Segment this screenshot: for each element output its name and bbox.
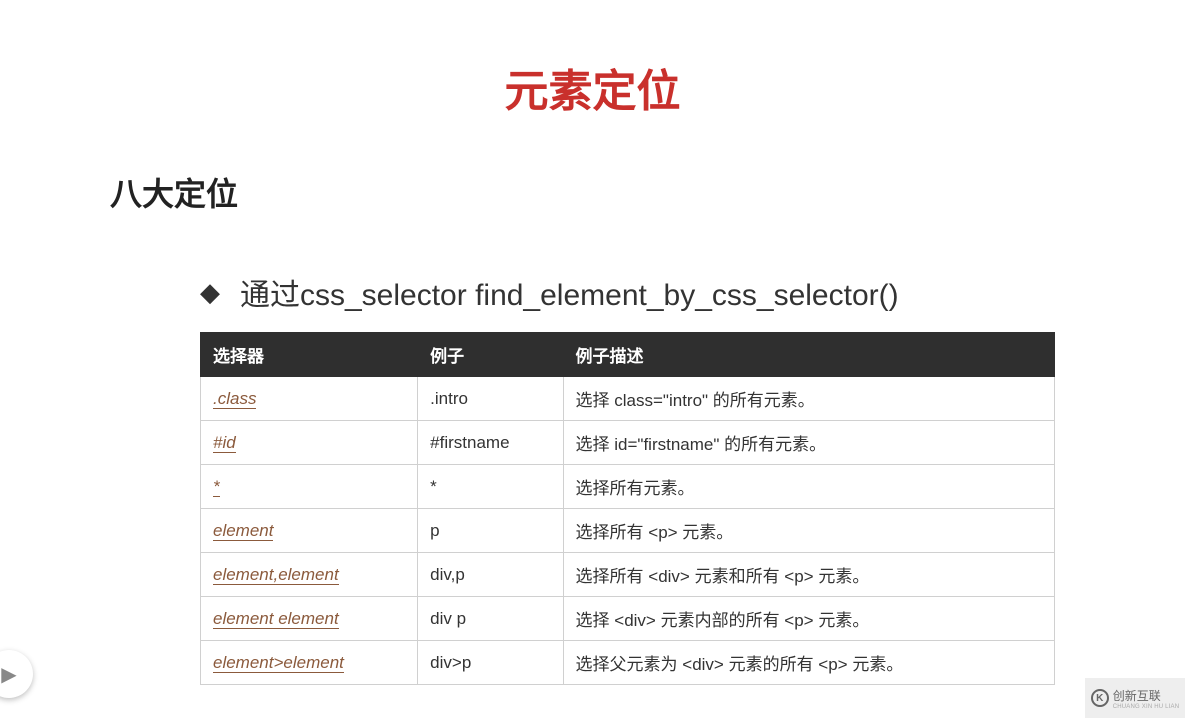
- bullet-line: ◆ 通过css_selector find_element_by_css_sel…: [200, 270, 1185, 314]
- desc-cell: 选择 class="intro" 的所有元素。: [563, 377, 1054, 421]
- col-selector: 选择器: [201, 333, 418, 377]
- watermark: K 创新互联 CHUANG XIN HU LIAN: [1085, 678, 1185, 718]
- example-cell: .intro: [418, 377, 563, 421]
- col-desc: 例子描述: [563, 333, 1054, 377]
- desc-cell: 选择所有 <p> 元素。: [563, 509, 1054, 553]
- selector-link[interactable]: .class: [213, 389, 256, 409]
- example-cell: #firstname: [418, 421, 563, 465]
- watermark-logo-icon: K: [1091, 689, 1109, 707]
- watermark-text: 创新互联: [1113, 687, 1180, 704]
- selector-link[interactable]: element: [213, 521, 273, 541]
- watermark-sub: CHUANG XIN HU LIAN: [1113, 704, 1180, 710]
- section-subtitle: 八大定位: [110, 169, 1185, 215]
- selector-table: 选择器 例子 例子描述 .class .intro 选择 class="intr…: [200, 332, 1055, 685]
- col-example: 例子: [418, 333, 563, 377]
- desc-cell: 选择所有元素。: [563, 465, 1054, 509]
- bullet-icon: ◆: [200, 277, 220, 308]
- example-cell: div,p: [418, 553, 563, 597]
- table-row: * * 选择所有元素。: [201, 465, 1055, 509]
- selector-link[interactable]: #id: [213, 433, 236, 453]
- table-row: element,element div,p 选择所有 <div> 元素和所有 <…: [201, 553, 1055, 597]
- desc-cell: 选择 <div> 元素内部的所有 <p> 元素。: [563, 597, 1054, 641]
- desc-cell: 选择所有 <div> 元素和所有 <p> 元素。: [563, 553, 1054, 597]
- bullet-text: 通过css_selector find_element_by_css_selec…: [240, 270, 899, 314]
- selector-link[interactable]: element element: [213, 609, 339, 629]
- example-cell: *: [418, 465, 563, 509]
- table-header-row: 选择器 例子 例子描述: [201, 333, 1055, 377]
- table-row: .class .intro 选择 class="intro" 的所有元素。: [201, 377, 1055, 421]
- table-row: element element div p 选择 <div> 元素内部的所有 <…: [201, 597, 1055, 641]
- table-row: element p 选择所有 <p> 元素。: [201, 509, 1055, 553]
- example-cell: div p: [418, 597, 563, 641]
- selector-link[interactable]: element,element: [213, 565, 339, 585]
- selector-link[interactable]: *: [213, 477, 220, 497]
- table-row: #id #firstname 选择 id="firstname" 的所有元素。: [201, 421, 1055, 465]
- page-title: 元素定位: [0, 55, 1185, 119]
- next-arrow-button[interactable]: ▶: [0, 650, 33, 698]
- selector-table-wrap: 选择器 例子 例子描述 .class .intro 选择 class="intr…: [200, 332, 1055, 685]
- example-cell: p: [418, 509, 563, 553]
- desc-cell: 选择 id="firstname" 的所有元素。: [563, 421, 1054, 465]
- arrow-right-icon: ▶: [1, 662, 16, 687]
